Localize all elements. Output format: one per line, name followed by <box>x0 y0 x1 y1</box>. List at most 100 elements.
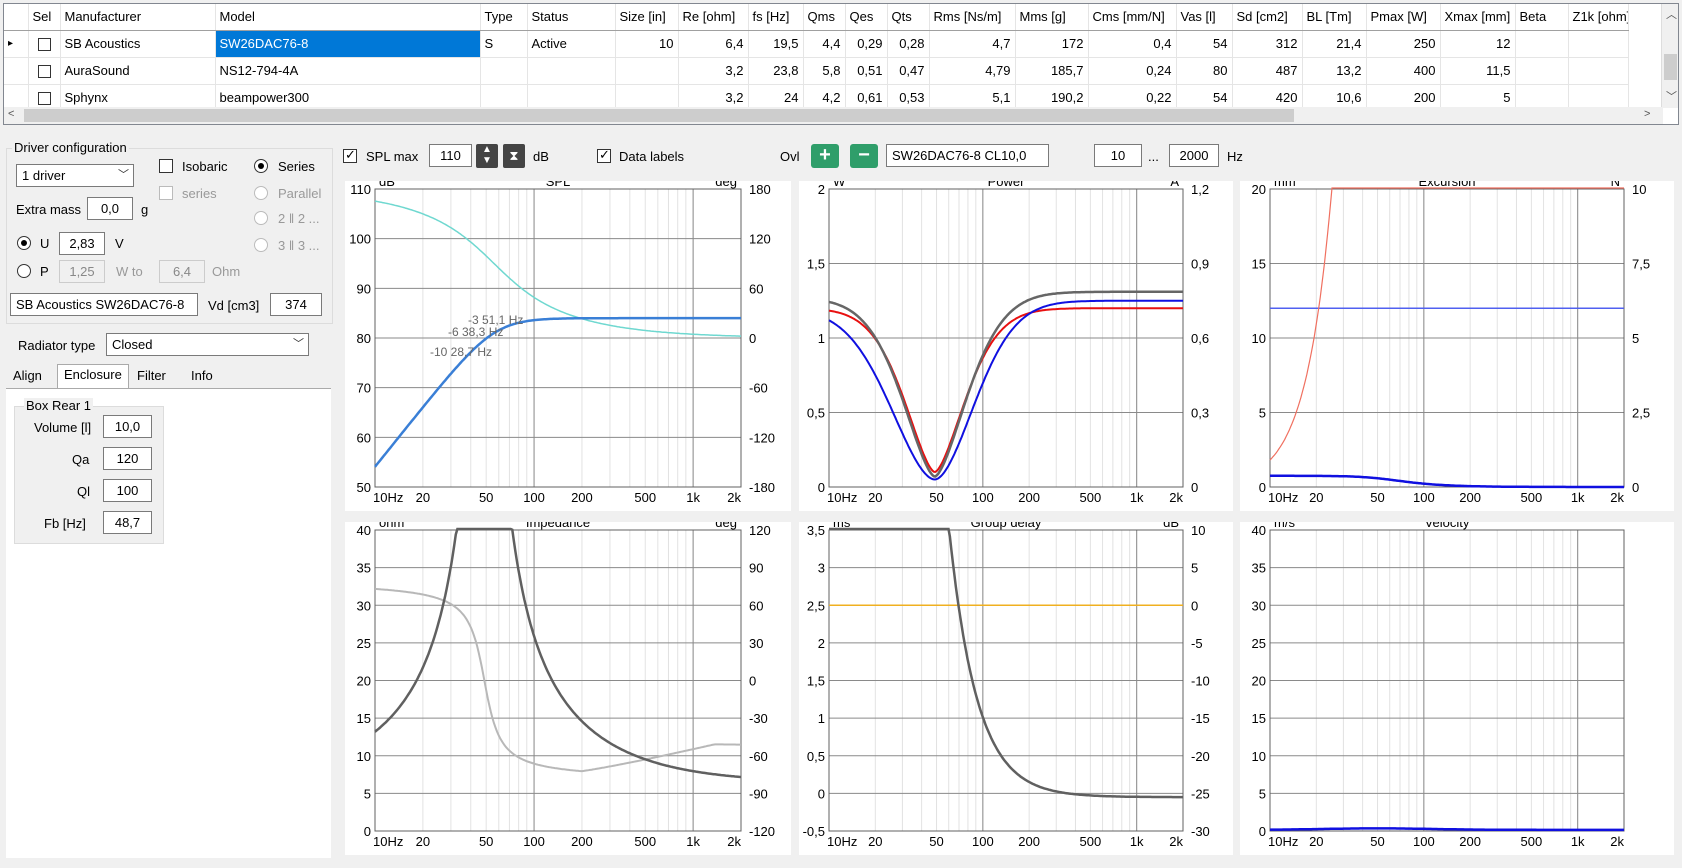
table-cell[interactable]: 10 <box>615 30 679 58</box>
horizontal-scroll-thumb[interactable] <box>24 109 1294 122</box>
column-header[interactable]: Sel <box>28 4 61 31</box>
table-cell[interactable]: Active <box>527 30 616 58</box>
scroll-up-icon[interactable]: ︿ <box>1666 6 1677 22</box>
table-cell[interactable] <box>527 57 616 85</box>
table-cell[interactable]: 19,5 <box>748 30 804 58</box>
power-input[interactable]: 1,25 <box>59 260 105 283</box>
table-row[interactable]: AuraSound NS12-794-4A 3,2 23,8 5,8 0,51 0,47 4,… <box>4 57 1629 85</box>
column-header[interactable] <box>4 4 29 31</box>
vertical-scroll-thumb[interactable] <box>1664 54 1677 80</box>
velocity-chart[interactable]: 40 35 30 25 20 15 10 5 0 10Hz 20 50 100 200 500 1k 2k m/s… <box>1240 522 1674 855</box>
column-header[interactable]: Manufacturer <box>60 4 216 31</box>
table-cell[interactable]: 0,51 <box>845 57 888 85</box>
spin-up-icon[interactable]: ▲ <box>482 144 492 155</box>
radiator-type-select[interactable]: Closed ﹀ <box>106 333 309 356</box>
scroll-left-icon[interactable]: < <box>8 108 14 120</box>
tab-info[interactable]: Info <box>185 366 219 388</box>
table-cell[interactable]: 80 <box>1176 57 1233 85</box>
ql-input[interactable]: 100 <box>103 479 152 502</box>
row-select-checkbox[interactable] <box>37 65 51 79</box>
table-cell[interactable]: 185,7 <box>1015 57 1089 85</box>
column-header[interactable]: Mms [g] <box>1015 4 1089 31</box>
overlay-name-input[interactable]: SW26DAC76-8 CL10,0 <box>886 144 1049 167</box>
vertical-scrollbar[interactable]: ︿ ﹀ <box>1661 4 1678 108</box>
table-cell[interactable]: 4,4 <box>803 30 846 58</box>
table-cell[interactable]: 6,4 <box>678 30 749 58</box>
spl-chart[interactable]: 110 100 90 80 70 60 50 180 120 60 0 -60 -120 -180 10Hz… <box>345 181 791 511</box>
table-cell[interactable]: 5,8 <box>803 57 846 85</box>
table-cell[interactable]: 3,2 <box>678 57 749 85</box>
tab-enclosure[interactable]: Enclosure <box>57 364 129 388</box>
table-cell[interactable] <box>1568 30 1629 58</box>
isobaric-checkbox[interactable] <box>159 159 173 173</box>
table-cell[interactable]: 12 <box>1440 30 1516 58</box>
ohm-input[interactable]: 6,4 <box>159 260 205 283</box>
column-header[interactable]: Z1k [ohm] <box>1568 4 1629 31</box>
table-cell[interactable]: 0,47 <box>887 57 930 85</box>
column-header[interactable]: BL [Tm] <box>1302 4 1367 31</box>
voltage-radio[interactable] <box>17 236 31 250</box>
column-header[interactable]: Beta <box>1515 4 1569 31</box>
scroll-down-icon[interactable]: ﹀ <box>1666 88 1677 104</box>
column-header[interactable]: Re [ohm] <box>678 4 749 31</box>
excursion-chart[interactable]: 20 15 10 5 0 10 7,5 5 2,5 0 10Hz 20 50 100 200 500 1k 2k m… <box>1240 181 1674 511</box>
series-radio[interactable] <box>254 159 268 173</box>
column-header[interactable]: Model <box>215 4 481 31</box>
freq-from-input[interactable]: 10 <box>1094 144 1142 167</box>
column-header[interactable]: Type <box>480 4 528 31</box>
voltage-input[interactable]: 2,83 <box>59 232 105 255</box>
table-cell[interactable]: SB Acoustics <box>60 30 216 58</box>
table-cell[interactable]: AuraSound <box>60 57 216 85</box>
parallel-radio[interactable] <box>254 186 268 200</box>
three-parallel-radio[interactable] <box>254 238 268 252</box>
table-cell[interactable]: 4,7 <box>929 30 1016 58</box>
table-cell[interactable]: 400 <box>1366 57 1441 85</box>
column-header[interactable]: Rms [Ns/m] <box>929 4 1016 31</box>
table-cell[interactable]: 11,5 <box>1440 57 1516 85</box>
column-header[interactable]: Qms <box>803 4 846 31</box>
series-checkbox[interactable] <box>159 186 173 200</box>
table-cell[interactable]: 13,2 <box>1302 57 1367 85</box>
freq-to-input[interactable]: 2000 <box>1169 144 1219 167</box>
power-radio[interactable] <box>17 264 31 278</box>
table-row[interactable]: ▸ SB Acoustics SW26DAC76-8 S Active 10 6,4 19,5… <box>4 30 1629 58</box>
horizontal-scrollbar[interactable]: < > <box>4 107 1663 124</box>
spl-fit-button[interactable]: ⧗ <box>503 144 525 168</box>
data-labels-checkbox[interactable]: ✓ <box>597 147 611 163</box>
table-cell[interactable]: SW26DAC76-8 <box>215 30 481 58</box>
column-header[interactable]: Size [in] <box>615 4 679 31</box>
column-header[interactable]: Sd [cm2] <box>1232 4 1303 31</box>
extra-mass-input[interactable]: 0,0 <box>87 197 133 220</box>
table-cell[interactable]: 54 <box>1176 30 1233 58</box>
table-cell[interactable]: 21,4 <box>1302 30 1367 58</box>
spl-max-input[interactable]: 110 <box>429 144 472 167</box>
spin-down-icon[interactable]: ▼ <box>482 155 492 166</box>
column-header[interactable]: Pmax [W] <box>1366 4 1441 31</box>
row-select-checkbox[interactable] <box>37 38 51 52</box>
table-cell[interactable]: 0,4 <box>1088 30 1177 58</box>
table-cell[interactable]: 4,79 <box>929 57 1016 85</box>
table-cell[interactable] <box>1515 30 1569 58</box>
driver-database-grid[interactable]: Sel Manufacturer Model Type Status Size [in] R… <box>3 3 1679 125</box>
table-cell[interactable]: 312 <box>1232 30 1303 58</box>
table-cell[interactable]: 172 <box>1015 30 1089 58</box>
table-cell[interactable]: 0,29 <box>845 30 888 58</box>
remove-overlay-button[interactable]: − <box>850 144 878 168</box>
two-parallel-radio[interactable] <box>254 211 268 225</box>
group-delay-chart[interactable]: 3,5 3 2,5 2 1,5 1 0,5 0 -0,5 10 5 0 -5 -10 -15 -20 -25 -3… <box>799 522 1233 855</box>
column-header[interactable]: Qts <box>887 4 930 31</box>
impedance-chart[interactable]: 40 35 30 25 20 15 10 5 0 120 90 60 30 0 -30 -60 -90 -120 1… <box>345 522 791 855</box>
tab-align[interactable]: Align <box>7 366 48 388</box>
column-header[interactable]: Vas [l] <box>1176 4 1233 31</box>
qa-input[interactable]: 120 <box>103 447 152 470</box>
table-cell[interactable] <box>615 57 679 85</box>
row-select-checkbox[interactable] <box>37 92 51 106</box>
column-header[interactable]: Status <box>527 4 616 31</box>
driver-count-select[interactable]: 1 driver ﹀ <box>16 164 134 187</box>
table-cell[interactable]: 0,24 <box>1088 57 1177 85</box>
table-cell[interactable]: 0,28 <box>887 30 930 58</box>
table-cell[interactable]: S <box>480 30 528 58</box>
table-cell[interactable] <box>1568 57 1629 85</box>
table-cell[interactable]: 487 <box>1232 57 1303 85</box>
column-header[interactable]: Qes <box>845 4 888 31</box>
